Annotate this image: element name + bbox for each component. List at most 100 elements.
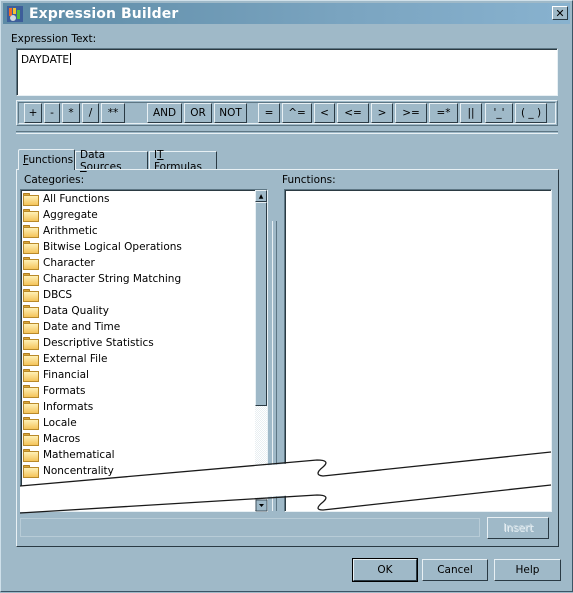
cancel-label: Cancel — [437, 564, 473, 576]
folder-icon — [23, 288, 39, 302]
operator-label: =* — [436, 107, 451, 119]
close-icon: ✕ — [555, 6, 565, 20]
category-item[interactable]: Financial — [21, 367, 267, 383]
functions-label: Functions: — [282, 174, 336, 186]
folder-icon — [23, 352, 39, 366]
category-label: Data Quality — [43, 305, 109, 317]
cancel-button[interactable]: Cancel — [422, 559, 488, 581]
ok-label: OK — [377, 564, 393, 576]
category-item[interactable]: Descriptive Statistics — [21, 335, 267, 351]
operator-equals-button[interactable]: = — [258, 103, 280, 123]
operator-power-button[interactable]: ** — [101, 103, 125, 123]
separator — [16, 131, 558, 134]
category-label: Character String Matching — [43, 273, 182, 285]
category-label: DBCS — [43, 289, 73, 301]
tab-it-formulas[interactable]: IT Formulas — [149, 149, 217, 173]
expression-value: DAYDATE — [21, 54, 69, 66]
operator-multiply-button[interactable]: * — [62, 103, 80, 123]
folder-icon — [23, 208, 39, 222]
operator-plus-button[interactable]: + — [24, 103, 42, 123]
operator-label: < — [320, 107, 329, 119]
insert-button[interactable]: Insert — [487, 517, 549, 539]
help-button[interactable]: Help — [494, 559, 561, 581]
operator-label: || — [467, 107, 475, 119]
operator-parentheses-button[interactable]: ( _ ) — [515, 103, 547, 123]
category-label: Arithmetic — [43, 225, 98, 237]
operator-concat-button[interactable]: || — [460, 103, 482, 123]
folder-icon — [23, 448, 39, 462]
functions-list[interactable] — [284, 189, 552, 512]
category-item[interactable]: DBCS — [21, 287, 267, 303]
category-label: Noncentrality — [43, 465, 114, 477]
category-item[interactable]: Noncentrality — [21, 463, 267, 479]
scroll-up-button[interactable]: ▲ — [255, 190, 267, 202]
category-item[interactable]: Informats — [21, 399, 267, 415]
folder-icon — [23, 336, 39, 350]
categories-list[interactable]: All Functions Aggregate Arithmetic Bitwise … — [20, 189, 268, 512]
operator-and-button[interactable]: AND — [147, 103, 182, 123]
operator-sounds-like-button[interactable]: =* — [429, 103, 458, 123]
folder-icon — [23, 224, 39, 238]
operator-label: + — [28, 107, 38, 119]
category-item[interactable]: Macros — [21, 431, 267, 447]
category-item[interactable]: Data Quality — [21, 303, 267, 319]
folder-icon — [23, 384, 39, 398]
folder-icon — [23, 192, 39, 206]
operator-label: - — [50, 107, 54, 119]
operator-label: / — [88, 107, 93, 119]
expression-text-input[interactable]: DAYDATE — [16, 48, 558, 96]
text-caret — [70, 53, 71, 65]
folder-icon — [23, 432, 39, 446]
category-label: Date and Time — [43, 321, 121, 333]
operator-label: AND — [152, 107, 177, 119]
operator-less-than-button[interactable]: < — [314, 103, 335, 123]
folder-icon — [23, 416, 39, 430]
scroll-thumb[interactable] — [255, 202, 267, 406]
operator-divide-button[interactable]: / — [82, 103, 99, 123]
category-item[interactable]: Date and Time — [21, 319, 267, 335]
operator-not-equals-button[interactable]: ^= — [282, 103, 312, 123]
category-label: Locale — [43, 417, 77, 429]
categories-scrollbar[interactable]: ▲ ▼ — [255, 190, 267, 511]
category-item[interactable]: Character String Matching — [21, 271, 267, 287]
operator-less-equal-button[interactable]: <= — [337, 103, 369, 123]
category-item[interactable]: Formats — [21, 383, 267, 399]
category-item[interactable]: Aggregate — [21, 207, 267, 223]
scroll-down-button[interactable]: ▼ — [255, 499, 267, 511]
category-label: Character — [43, 257, 95, 269]
folder-icon — [23, 240, 39, 254]
category-item[interactable]: Mathematical — [21, 447, 267, 463]
insert-label: Insert — [502, 522, 534, 534]
tab-data-sources[interactable]: Data Sources — [75, 149, 148, 173]
category-label: Financial — [43, 369, 89, 381]
operator-minus-button[interactable]: - — [44, 103, 60, 123]
expression-builder-dialog: Expression Builder ✕ Expression Text: DA… — [0, 0, 573, 592]
title-bar[interactable]: Expression Builder ✕ — [3, 3, 570, 24]
operator-label: ^= — [288, 107, 306, 119]
arrow-down-icon: ▼ — [258, 501, 264, 509]
operator-label: * — [68, 107, 74, 119]
category-label: Aggregate — [43, 209, 98, 221]
pane-splitter[interactable] — [272, 221, 277, 511]
operator-greater-than-button[interactable]: > — [371, 103, 393, 123]
category-label: Bitwise Logical Operations — [43, 241, 182, 253]
category-item[interactable]: External File — [21, 351, 267, 367]
category-label: Macros — [43, 433, 81, 445]
operator-label: <= — [344, 107, 362, 119]
category-label: All Functions — [43, 193, 110, 205]
operator-label: = — [264, 107, 274, 119]
tab-functions[interactable]: Functions — [18, 149, 75, 170]
operator-quotes-button[interactable]: '_' — [485, 103, 513, 123]
operator-label: NOT — [219, 107, 242, 119]
close-button[interactable]: ✕ — [552, 6, 568, 20]
category-item[interactable]: Arithmetic — [21, 223, 267, 239]
operator-label: ** — [107, 107, 119, 119]
operator-or-button[interactable]: OR — [184, 103, 212, 123]
ok-button[interactable]: OK — [352, 558, 418, 582]
category-item[interactable]: Character — [21, 255, 267, 271]
operator-greater-equal-button[interactable]: >= — [395, 103, 427, 123]
category-item[interactable]: Bitwise Logical Operations — [21, 239, 267, 255]
category-item[interactable]: All Functions — [21, 191, 267, 207]
category-item[interactable]: Locale — [21, 415, 267, 431]
operator-not-button[interactable]: NOT — [214, 103, 247, 123]
